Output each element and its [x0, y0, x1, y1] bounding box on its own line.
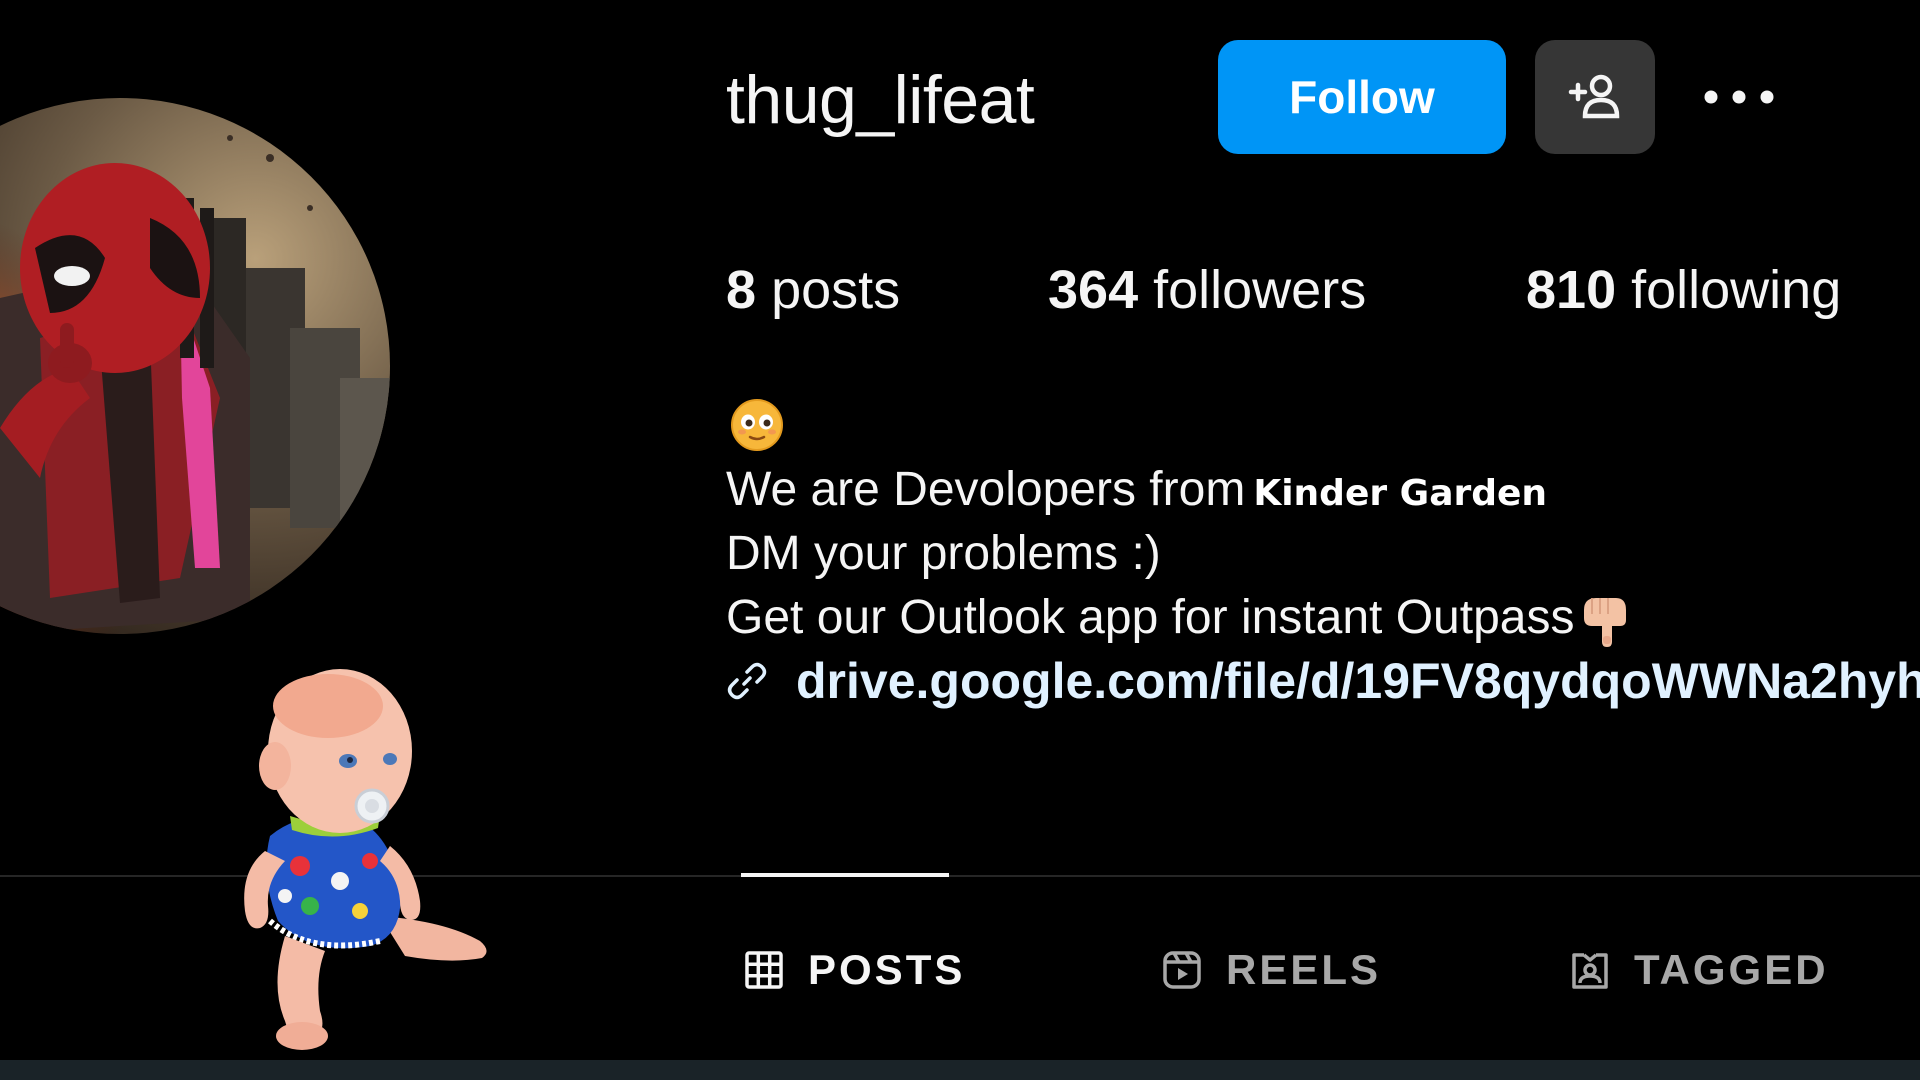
bio-line-2: DM your problems :)	[726, 527, 1161, 580]
slightly-smiling-face-emoji	[731, 399, 783, 451]
reels-icon	[1163, 951, 1201, 989]
link-icon	[727, 662, 767, 700]
bio-line-1-text: We are Devolopers from	[726, 463, 1246, 516]
following-count-value: 810	[1526, 260, 1617, 320]
add-person-icon	[1568, 74, 1620, 119]
profile-avatar[interactable]	[0, 98, 390, 634]
followers-count-label: followers	[1153, 260, 1367, 320]
grid-icon	[745, 951, 783, 989]
bio-line-3-text: Get our Outlook app for instant Outpass	[726, 591, 1575, 644]
posts-count: 8 posts	[726, 258, 900, 322]
suggested-accounts-button[interactable]	[1535, 40, 1655, 154]
followers-count-value: 364	[1048, 260, 1139, 320]
bio-emphasis: Kinder Garden	[1253, 473, 1548, 514]
profile-username: thug_lifeat	[726, 62, 1035, 138]
posts-count-value: 8	[726, 260, 757, 320]
baby-doll-sticker	[244, 669, 487, 1050]
tab-tagged-label: TAGGED	[1634, 946, 1829, 993]
tab-reels-label: REELS	[1226, 946, 1382, 993]
bio-link-text: drive.google.com/file/d/19FV8qydqoWWNa2h…	[796, 653, 1920, 709]
tab-posts-label: POSTS	[808, 946, 966, 993]
tab-reels[interactable]: REELS	[1162, 940, 1381, 1000]
posts-count-label: posts	[771, 260, 901, 320]
more-options-icon	[1704, 90, 1774, 104]
pointing-down-emoji	[1584, 598, 1627, 648]
follow-button[interactable]: Follow	[1218, 40, 1506, 154]
following-count-label: following	[1631, 260, 1842, 320]
bio-link[interactable]: drive.google.com/file/d/19FV8qydqoWWNa2h…	[726, 650, 1920, 712]
bio-line-3: Get our Outlook app for instant Outpass	[726, 588, 1630, 648]
followers-link[interactable]: 364 followers	[1048, 258, 1366, 322]
active-tab-indicator	[741, 873, 949, 877]
avatar-image	[0, 98, 390, 634]
bottom-strip	[0, 1060, 1920, 1080]
following-link[interactable]: 810 following	[1526, 258, 1841, 322]
tab-posts[interactable]: POSTS	[744, 940, 965, 1000]
tagged-icon	[1572, 953, 1608, 989]
tab-tagged[interactable]: TAGGED	[1570, 940, 1829, 1000]
bio-line-1: We are Devolopers from Kinder Garden	[726, 460, 1547, 524]
profile-page: thug_lifeat Follow 8 posts 364 followers…	[0, 0, 1920, 1080]
more-options-button[interactable]	[1694, 72, 1784, 122]
